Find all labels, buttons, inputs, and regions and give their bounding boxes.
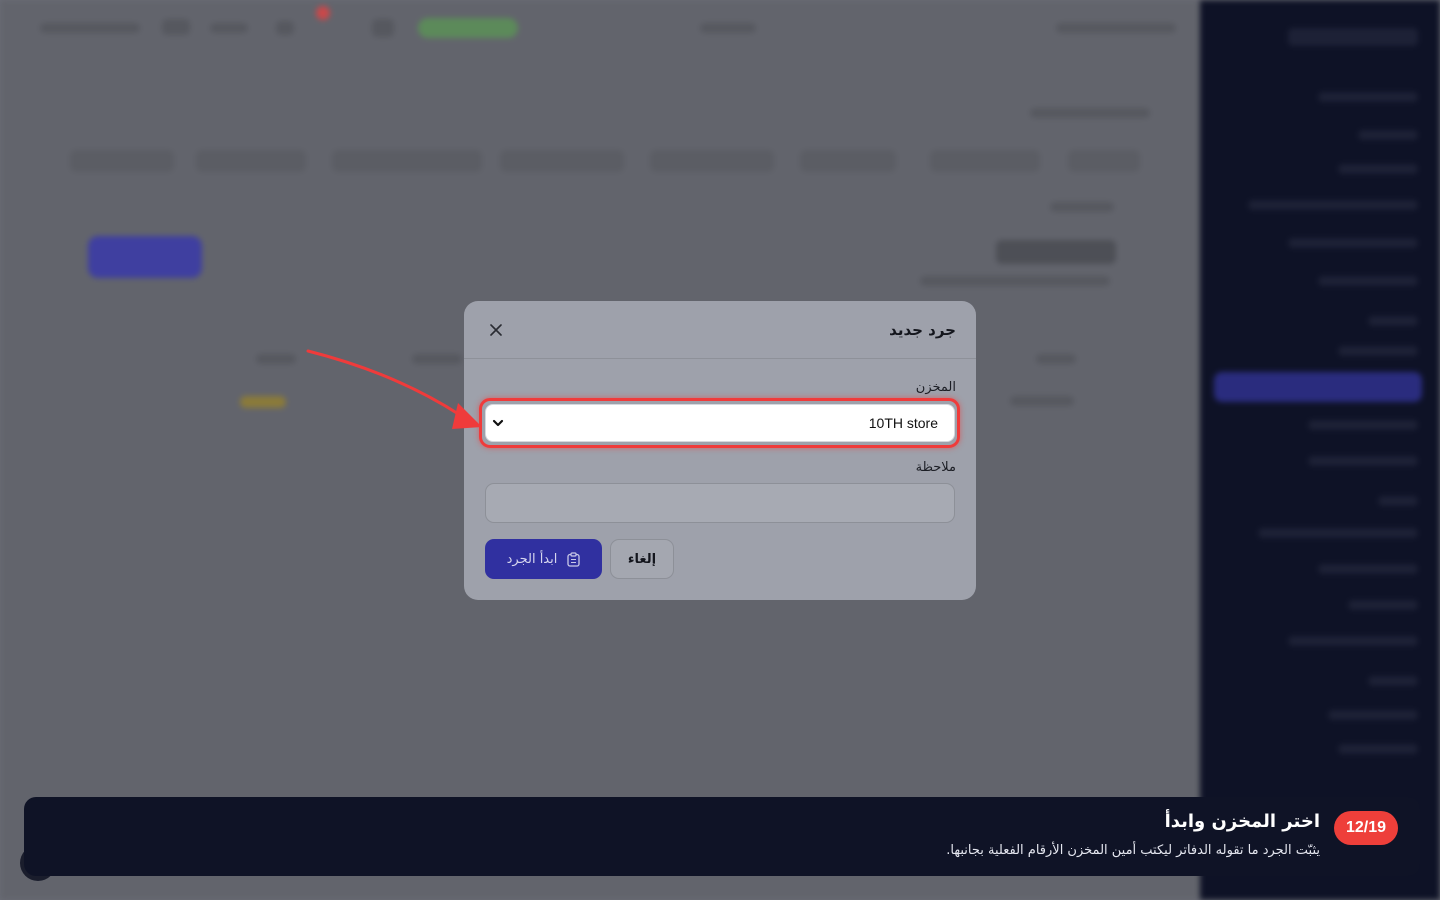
- primary-action-button: [88, 236, 202, 278]
- onboarding-tour-bar: 12/19 اختر المخزن وابدأ يثبّت الجرد ما ت…: [24, 797, 1420, 876]
- table-header: [1036, 354, 1076, 364]
- tab: [70, 150, 174, 172]
- sidebar-item: [1318, 564, 1418, 574]
- sidebar-item: [1318, 92, 1418, 102]
- tour-description: يثبّت الجرد ما تقوله الدفاتر ليكتب أمين …: [946, 843, 1320, 858]
- sidebar-item: [1358, 130, 1418, 140]
- topbar-item: [40, 23, 140, 33]
- tab: [196, 150, 306, 172]
- topbar-item: [700, 23, 756, 33]
- sidebar-logo: [1288, 28, 1418, 46]
- topbar-item: [1056, 23, 1176, 33]
- tour-pointer-arrow: [306, 349, 482, 429]
- breadcrumb: [1030, 108, 1150, 118]
- tour-title: اختر المخزن وابدأ: [1164, 811, 1320, 832]
- cancel-button[interactable]: إلغاء: [610, 539, 674, 579]
- topbar-item: [210, 23, 248, 33]
- tab: [800, 150, 896, 172]
- table-cell: [1010, 396, 1074, 406]
- sidebar-item: [1288, 636, 1418, 646]
- sidebar-item: [1308, 420, 1418, 430]
- start-count-button[interactable]: ابدأ الجرد: [485, 539, 602, 579]
- sidebar-item: [1258, 528, 1418, 538]
- topbar-icon: [276, 21, 294, 35]
- warehouse-select[interactable]: 10TH store: [485, 404, 955, 442]
- close-icon: [490, 323, 502, 336]
- status-pill: [418, 18, 518, 38]
- page-title: [996, 240, 1116, 264]
- close-button[interactable]: [484, 318, 508, 342]
- sidebar-item: [1368, 316, 1418, 326]
- note-label: ملاحظة: [915, 460, 956, 475]
- sidebar-item: [1318, 276, 1418, 286]
- warehouse-label: المخزن: [915, 380, 956, 395]
- sidebar-item-active: [1214, 372, 1422, 402]
- topbar-icon: [372, 19, 394, 37]
- sidebar-item: [1248, 200, 1418, 210]
- notification-dot: [316, 6, 330, 20]
- tab: [1068, 150, 1140, 172]
- clipboard-icon: [567, 551, 581, 567]
- sidebar-item: [1348, 600, 1418, 610]
- top-bar: [0, 0, 1200, 56]
- tab: [650, 150, 774, 172]
- tab: [500, 150, 624, 172]
- sidebar-item: [1288, 238, 1418, 248]
- table-header: [256, 354, 296, 364]
- tab: [332, 150, 482, 172]
- cancel-label: إلغاء: [627, 551, 657, 567]
- sidebar-item: [1338, 744, 1418, 754]
- warehouse-selected-value: 10TH store: [868, 415, 938, 431]
- topbar-item: [162, 19, 190, 35]
- tab: [930, 150, 1040, 172]
- sidebar-item: [1338, 346, 1418, 356]
- section-label: [1050, 202, 1114, 212]
- sidebar-item: [1338, 164, 1418, 174]
- start-count-label: ابدأ الجرد: [506, 551, 558, 567]
- note-input[interactable]: [485, 483, 955, 523]
- dialog-header: جرد جديد: [464, 301, 976, 359]
- sidebar: [1200, 0, 1440, 900]
- sidebar-item: [1328, 710, 1418, 720]
- new-inventory-count-dialog: جرد جديد المخزن 10TH store ملاحظة ابدأ ا…: [464, 301, 976, 600]
- page-subtitle: [920, 276, 1110, 286]
- sidebar-item: [1378, 496, 1418, 506]
- sidebar-item: [1308, 456, 1418, 466]
- dialog-title: جرد جديد: [889, 320, 956, 339]
- tour-step-badge: 12/19: [1334, 811, 1398, 845]
- sidebar-item: [1368, 676, 1418, 686]
- chevron-down-icon: [492, 419, 504, 427]
- status-badge: [240, 396, 286, 408]
